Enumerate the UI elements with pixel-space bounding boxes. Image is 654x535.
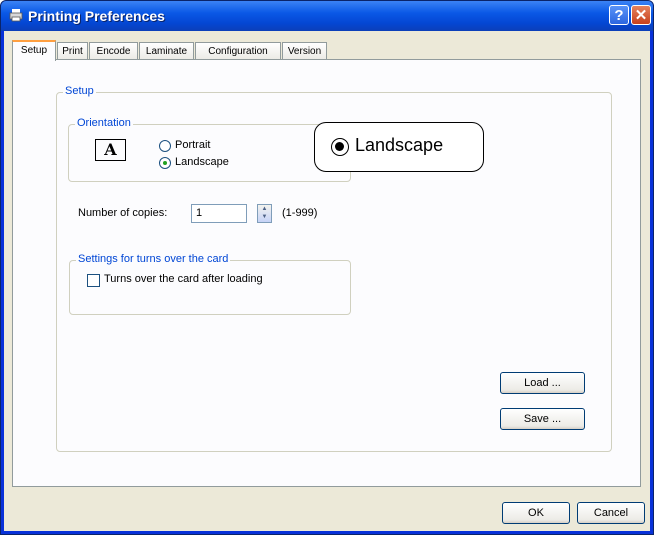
tab-setup[interactable]: Setup <box>12 40 56 61</box>
spin-down-icon[interactable]: ▼ <box>258 213 271 221</box>
copies-range: (1-999) <box>282 207 318 219</box>
callout-radio-icon <box>331 138 349 156</box>
title-bar[interactable]: Printing Preferences ? ✕ <box>1 1 653 31</box>
cancel-button[interactable]: Cancel <box>577 502 645 524</box>
turn-over-group-label: Settings for turns over the card <box>76 253 231 265</box>
setup-group-label: Setup <box>63 85 96 97</box>
landscape-radio[interactable] <box>159 157 171 169</box>
save-button[interactable]: Save ... <box>500 408 585 430</box>
printer-icon <box>9 9 23 22</box>
landscape-label[interactable]: Landscape <box>175 156 229 168</box>
window-title: Printing Preferences <box>28 8 165 24</box>
orientation-preview-icon: A <box>95 139 126 161</box>
portrait-radio[interactable] <box>159 140 171 152</box>
turn-over-checkbox[interactable] <box>87 274 100 287</box>
orientation-group-label: Orientation <box>75 117 133 129</box>
printing-preferences-window: Printing Preferences ? ✕ Setup Print Enc… <box>0 0 654 535</box>
tab-encode[interactable]: Encode <box>89 42 138 59</box>
turn-over-label[interactable]: Turns over the card after loading <box>104 273 263 285</box>
tab-version[interactable]: Version <box>282 42 327 59</box>
spin-up-icon[interactable]: ▲ <box>258 205 271 213</box>
callout-label: Landscape <box>355 135 444 155</box>
landscape-callout: Landscape <box>314 122 484 172</box>
tab-configuration[interactable]: Configuration <box>195 42 281 59</box>
portrait-label[interactable]: Portrait <box>175 139 210 151</box>
help-button[interactable]: ? <box>609 5 629 25</box>
turn-over-group: Settings for turns over the card <box>69 253 351 315</box>
tab-laminate[interactable]: Laminate <box>139 42 194 59</box>
close-button[interactable]: ✕ <box>631 5 651 25</box>
load-button[interactable]: Load ... <box>500 372 585 394</box>
tab-print[interactable]: Print <box>57 42 88 59</box>
ok-button[interactable]: OK <box>502 502 570 524</box>
copies-label: Number of copies: <box>78 207 168 219</box>
copies-input[interactable]: 1 <box>191 204 247 223</box>
copies-spinner[interactable]: ▲ ▼ <box>257 204 272 223</box>
